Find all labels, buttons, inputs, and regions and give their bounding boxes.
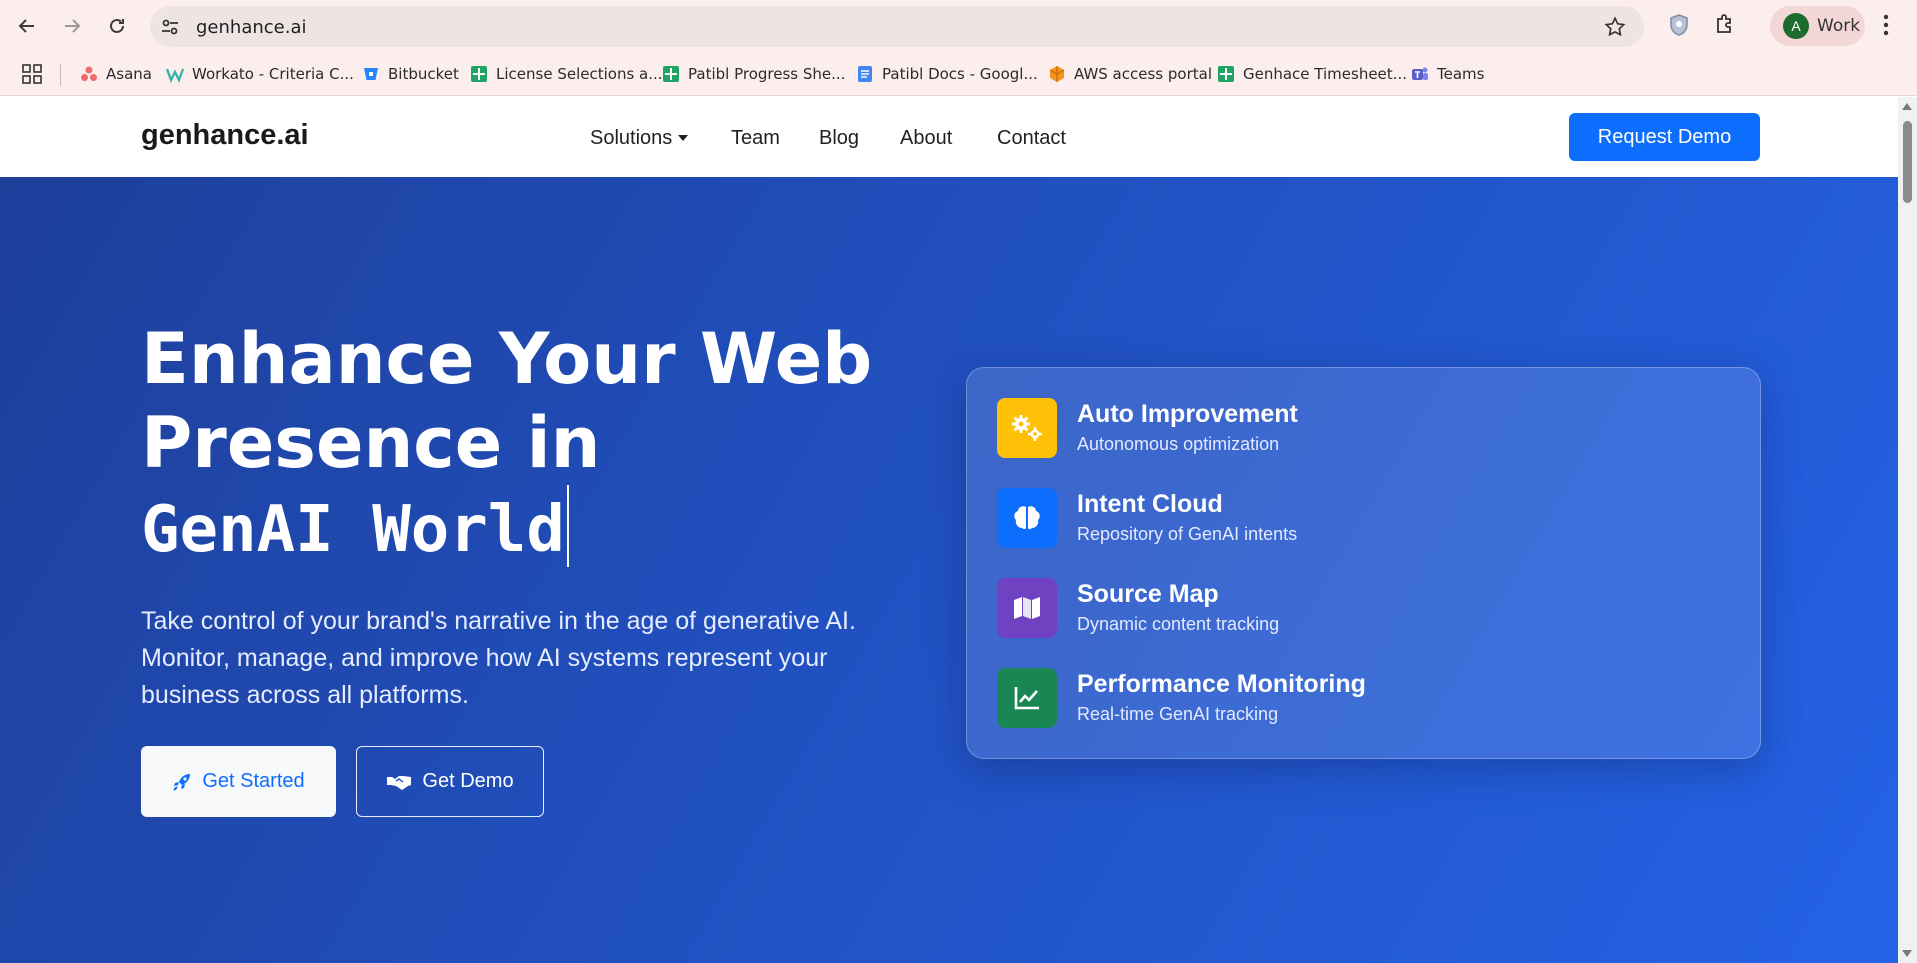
scrollbar-thumb[interactable] — [1903, 121, 1912, 203]
workato-icon — [166, 65, 184, 83]
profile-button[interactable]: A Work — [1770, 6, 1865, 46]
feature-auto-improvement: Auto Improvement Autonomous optimization — [997, 398, 1717, 458]
profile-name: Work — [1817, 16, 1861, 36]
sheets-icon — [1217, 65, 1235, 83]
arrow-right-icon — [65, 19, 81, 33]
bookmark-teams[interactable]: Teams — [1411, 62, 1484, 86]
puzzle-extensions-icon[interactable] — [1714, 13, 1736, 40]
feature-title: Auto Improvement — [1077, 400, 1298, 428]
feature-performance-monitoring: Performance Monitoring Real-time GenAI t… — [997, 668, 1717, 728]
bookmark-patibl-docs[interactable]: Patibl Docs - Googl... — [856, 62, 1038, 86]
forward-button[interactable] — [57, 11, 87, 41]
aws-icon — [1048, 65, 1066, 83]
url-text[interactable]: genhance.ai — [196, 17, 306, 38]
bookmark-genhace-timesheet[interactable]: Genhace Timesheet... — [1217, 62, 1407, 86]
shield-extension-icon[interactable] — [1669, 13, 1689, 42]
rocket-icon — [173, 773, 191, 791]
feature-description: Autonomous optimization — [1077, 434, 1280, 454]
feature-title: Intent Cloud — [1077, 490, 1223, 518]
scroll-down-arrow-icon[interactable] — [1902, 950, 1912, 957]
bookmark-bitbucket[interactable]: Bitbucket — [362, 62, 459, 86]
handshake-icon — [387, 775, 412, 790]
scroll-up-arrow-icon[interactable] — [1902, 103, 1912, 110]
page-scrollbar[interactable] — [1898, 97, 1917, 963]
asana-icon — [80, 65, 98, 83]
hero-subtitle: Take control of your brand's narrative i… — [141, 607, 856, 709]
sheets-icon — [470, 65, 488, 83]
bitbucket-icon — [362, 65, 380, 83]
brain-icon — [997, 488, 1057, 548]
typed-text: GenAI World — [141, 493, 565, 567]
browser-toolbar: genhance.ai A Work — [0, 0, 1917, 52]
teams-icon — [1411, 65, 1429, 83]
feature-title: Source Map — [1077, 580, 1219, 608]
nav-solutions[interactable]: Solutions — [590, 127, 689, 150]
features-card: Auto Improvement Autonomous optimization… — [966, 367, 1761, 759]
get-demo-button[interactable]: Get Demo — [356, 746, 544, 817]
feature-description: Repository of GenAI intents — [1077, 524, 1298, 544]
bookmark-aws-portal[interactable]: AWS access portal — [1048, 62, 1212, 86]
bookmark-star-icon[interactable] — [1604, 16, 1626, 43]
nav-contact[interactable]: Contact — [997, 127, 1066, 150]
hero-section: Enhance Your Web Presence in GenAI World… — [0, 177, 1898, 963]
bookmark-asana[interactable]: Asana — [80, 62, 152, 86]
bookmark-patibl-progress[interactable]: Patibl Progress She... — [662, 62, 845, 86]
bookmarks-bar: Asana Workato - Criteria C... Bitbucket … — [0, 52, 1917, 96]
reload-button[interactable] — [102, 11, 132, 41]
feature-source-map: Source Map Dynamic content tracking — [997, 578, 1717, 638]
site-logo[interactable]: genhance.ai — [141, 119, 309, 152]
bookmark-license-selections[interactable]: License Selections a... — [470, 62, 663, 86]
bookmark-workato[interactable]: Workato - Criteria C... — [166, 62, 354, 86]
arrow-left-icon — [18, 19, 34, 33]
address-bar[interactable]: genhance.ai — [150, 6, 1644, 47]
feature-title: Performance Monitoring — [1077, 670, 1366, 698]
gears-icon — [997, 398, 1057, 458]
nav-team[interactable]: Team — [731, 127, 780, 150]
caret-down-icon — [678, 135, 689, 141]
nav-about[interactable]: About — [900, 127, 952, 150]
feature-description: Dynamic content tracking — [1077, 614, 1280, 634]
more-menu-icon[interactable] — [1882, 12, 1890, 43]
docs-icon — [856, 65, 874, 83]
request-demo-button[interactable]: Request Demo — [1569, 113, 1760, 161]
map-icon — [997, 578, 1057, 638]
chart-line-icon — [997, 668, 1057, 728]
nav-blog[interactable]: Blog — [819, 127, 859, 150]
feature-intent-cloud: Intent Cloud Repository of GenAI intents — [997, 488, 1717, 548]
sheets-icon — [662, 65, 680, 83]
typing-cursor — [566, 485, 569, 567]
bookmarks-divider — [60, 64, 61, 86]
site-info-icon[interactable] — [160, 17, 180, 42]
apps-grid-icon[interactable] — [22, 64, 42, 89]
hero-title: Enhance Your Web Presence in GenAI World — [141, 318, 873, 567]
get-started-button[interactable]: Get Started — [141, 746, 336, 817]
back-button[interactable] — [12, 11, 42, 41]
site-navbar: genhance.ai Solutions Team Blog About Co… — [0, 97, 1898, 177]
feature-description: Real-time GenAI tracking — [1077, 704, 1279, 724]
reload-icon — [110, 18, 124, 33]
avatar: A — [1783, 13, 1809, 39]
